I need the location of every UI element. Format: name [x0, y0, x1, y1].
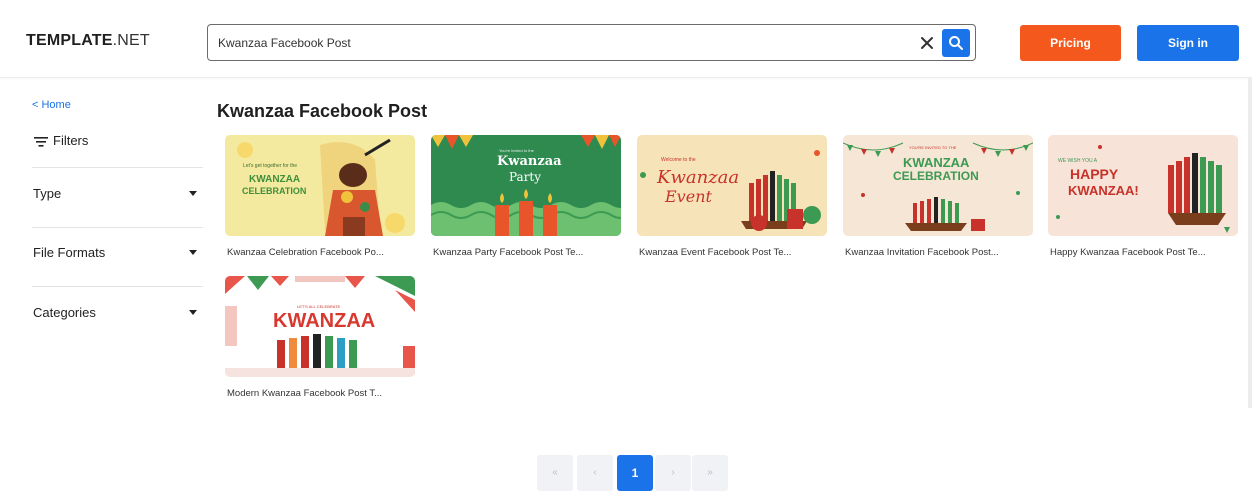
thumb-heading: HAPPY [1070, 166, 1119, 182]
template-title[interactable]: Modern Kwanzaa Facebook Post T... [227, 388, 417, 399]
logo-bold-text: TEMPLATE [26, 32, 113, 49]
top-header: TEMPLATE.NET Pricing Sign in [0, 0, 1252, 78]
chevron-down-icon [189, 310, 197, 315]
thumb-subtitle: Let's get together for the [243, 163, 298, 169]
page-edge-shadow [1248, 78, 1252, 408]
template-title[interactable]: Kwanzaa Celebration Facebook Po... [227, 247, 417, 258]
template-thumbnail[interactable]: LET'S ALL CELEBRATE KWANZAA [225, 276, 415, 377]
sidebar-divider [32, 227, 203, 228]
chevron-down-icon [189, 250, 197, 255]
pagination-prev-button[interactable]: ‹ [577, 455, 613, 491]
filter-lines-icon [34, 136, 48, 147]
template-thumbnail[interactable]: Welcome to the Kwanzaa Event [637, 135, 827, 236]
facet-categories[interactable]: Categories [33, 305, 203, 320]
sidebar-divider [32, 286, 203, 287]
search-box [207, 24, 976, 61]
facet-type-label: Type [33, 186, 62, 201]
template-thumbnail[interactable]: YOU'RE INVITED TO THE KWANZAA CELEBRATIO… [843, 135, 1033, 236]
chevron-down-icon [189, 191, 197, 196]
facet-file-formats[interactable]: File Formats [33, 245, 203, 260]
sidebar-divider [32, 167, 203, 168]
filters-label: Filters [53, 133, 89, 148]
kwanzaa-invitation-thumbnail-art [843, 142, 1033, 231]
search-input[interactable] [218, 33, 898, 53]
thumb-heading-2: KWANZAA! [1068, 183, 1139, 198]
thumb-subtitle: YOU'RE INVITED TO THE [909, 145, 957, 150]
search-icon [949, 36, 963, 50]
site-logo[interactable]: TEMPLATE.NET [26, 32, 150, 50]
thumb-subtitle: You're invited to the [499, 148, 534, 153]
facet-file-formats-label: File Formats [33, 245, 106, 260]
thumb-heading: KWANZAA [249, 174, 301, 185]
template-title[interactable]: Kwanzaa Party Facebook Post Te... [433, 247, 623, 258]
template-thumbnail[interactable]: WE WISH YOU A HAPPY KWANZAA! [1048, 135, 1238, 236]
pagination-first-button[interactable]: « [537, 455, 573, 491]
sign-in-button[interactable]: Sign in [1137, 25, 1239, 61]
pagination-last-button[interactable]: » [692, 455, 728, 491]
facet-categories-label: Categories [33, 305, 96, 320]
thumb-heading: KWANZAA [903, 155, 970, 170]
thumb-heading-2: Event [665, 187, 712, 206]
facet-type[interactable]: Type [33, 186, 203, 201]
thumb-heading: Kwanzaa [497, 154, 562, 169]
template-title[interactable]: Kwanzaa Event Facebook Post Te... [639, 247, 829, 258]
template-thumbnail[interactable]: Let's get together for the KWANZAA CELEB… [225, 135, 415, 236]
home-breadcrumb-link[interactable]: < Home [32, 99, 71, 111]
logo-thin-text: .NET [112, 32, 150, 49]
pricing-button[interactable]: Pricing [1020, 25, 1121, 61]
thumb-subtitle: LET'S ALL CELEBRATE [297, 304, 341, 309]
page-title: Kwanzaa Facebook Post [217, 101, 428, 121]
thumb-subtitle: Welcome to the [661, 157, 696, 163]
pagination-next-button[interactable]: › [655, 455, 691, 491]
filters-heading: Filters [34, 133, 88, 148]
thumb-heading-2: CELEBRATION [242, 186, 307, 196]
thumb-heading-2: Party [509, 170, 542, 184]
template-title[interactable]: Happy Kwanzaa Facebook Post Te... [1050, 247, 1240, 258]
thumb-heading: Kwanzaa [657, 167, 740, 188]
close-icon [921, 37, 933, 49]
thumb-heading: KWANZAA [273, 310, 376, 332]
clear-search-button[interactable] [917, 33, 937, 53]
template-title[interactable]: Kwanzaa Invitation Facebook Post... [845, 247, 1035, 258]
thumb-subtitle: WE WISH YOU A [1058, 158, 1098, 164]
thumb-heading-2: CELEBRATION [893, 169, 979, 183]
pagination-page-1[interactable]: 1 [617, 455, 653, 491]
search-button[interactable] [942, 29, 970, 57]
template-thumbnail[interactable]: You're invited to the Kwanzaa Party [431, 135, 621, 236]
